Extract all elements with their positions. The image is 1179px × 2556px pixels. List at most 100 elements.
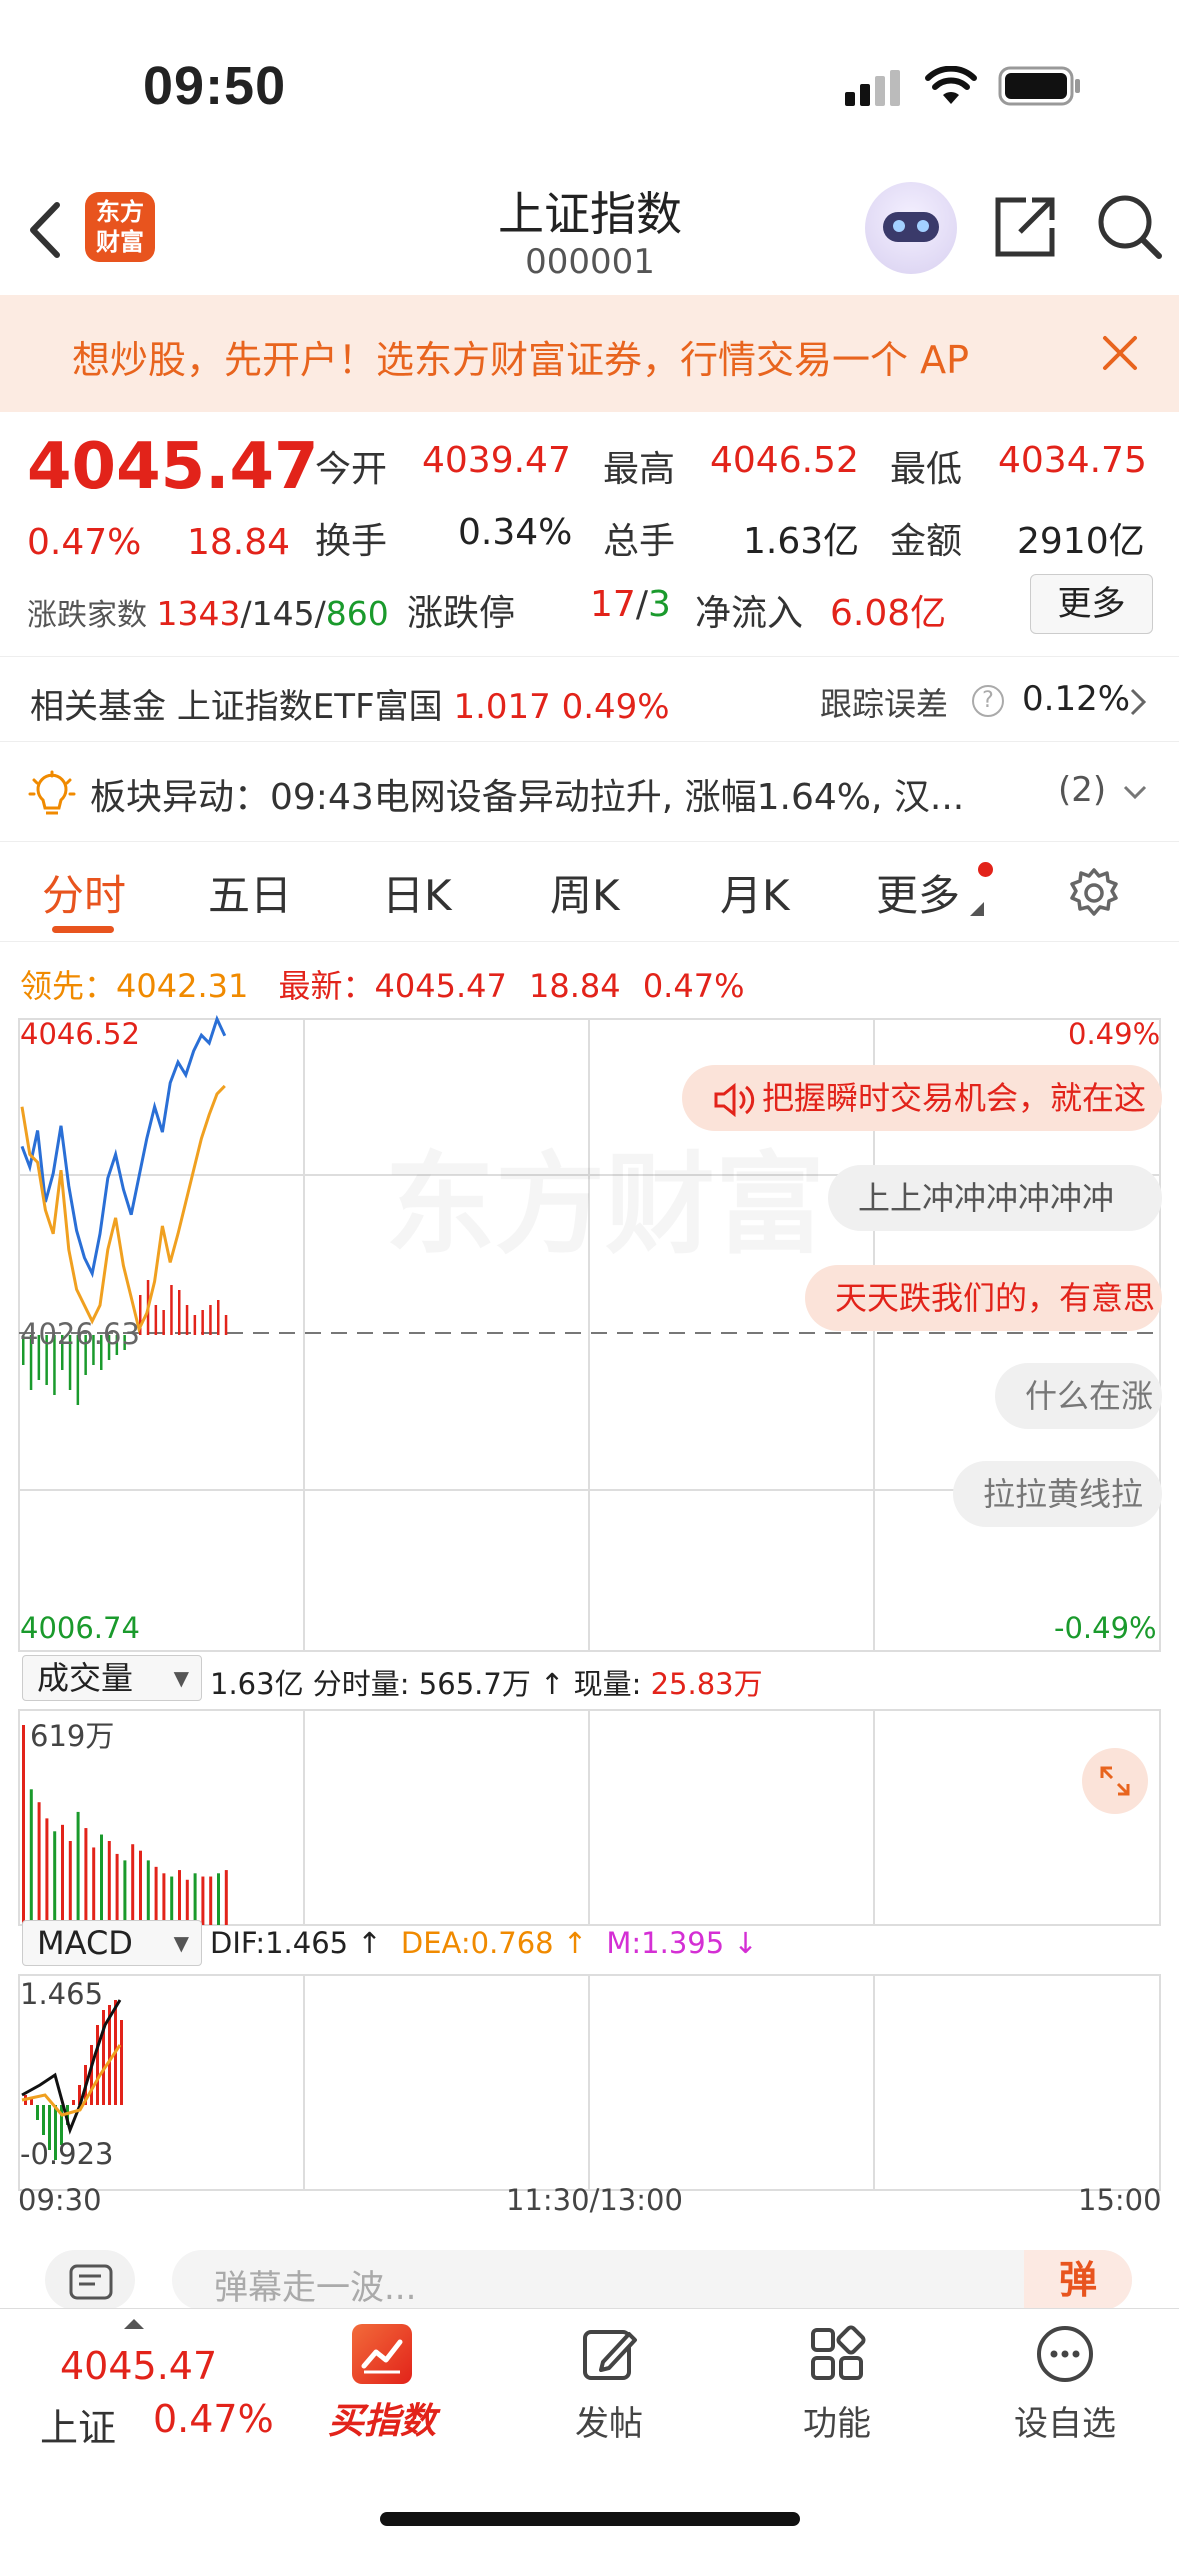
macd-indicator-select[interactable]: MACD ▼ [22, 1920, 202, 1966]
volume-period-label: 分时量: [312, 1667, 410, 1701]
edit-icon [583, 2330, 637, 2380]
macd-bar [36, 2105, 39, 2120]
share-icon[interactable] [990, 192, 1060, 262]
tab-monthly-k[interactable]: 月K [720, 862, 790, 923]
app-logo[interactable]: 东方 财富 [85, 192, 155, 262]
danmaku-input[interactable]: 弹幕走一波... 弹 [172, 2250, 1132, 2310]
index-ticker[interactable]: 4045.47 上证 0.47% [0, 2309, 300, 2469]
quote-panel: 4045.47 0.47% 18.84 今开 4039.47 最高 4046.5… [0, 412, 1179, 657]
breadth-label: 涨跌家数 [27, 598, 147, 633]
chevron-right-icon [1130, 688, 1147, 716]
up-bar [201, 1310, 204, 1335]
intraday-chart[interactable]: 东方财富 4046.52 4026.63 4006.74 0.49% -0.49… [0, 1015, 1179, 2230]
breadth-down: 860 [325, 594, 389, 633]
pct-min-label: -0.49% [1054, 1611, 1157, 1645]
tab-weekly-k[interactable]: 周K [550, 862, 620, 923]
series-line-0 [20, 1015, 227, 1279]
sector-alert-row[interactable]: 板块异动：09:43电网设备异动拉升, 涨幅1.64%, 汉... (2) [0, 742, 1179, 842]
macd-bar [72, 2100, 75, 2105]
bubble-text: 把握瞬时交易机会，就在这 [762, 1079, 1147, 1117]
breadth: 涨跌家数 1343/145/860 [27, 594, 389, 633]
settings-gear-icon[interactable] [1068, 867, 1120, 919]
y-mid-label: 4026.63 [20, 1317, 140, 1351]
volume-bar [201, 1876, 205, 1925]
related-fund-row[interactable]: 相关基金 上证指数ETF富国 1.017 0.49% 跟踪误差 ? 0.12% [0, 657, 1179, 742]
y-max-label: 4046.52 [20, 1017, 140, 1051]
time-start-label: 09:30 [18, 2183, 102, 2217]
send-danmaku-button[interactable]: 弹 [1024, 2250, 1132, 2310]
watermark: 东方财富 [385, 1115, 825, 1275]
expand-icon [1100, 1766, 1130, 1796]
chart-info: 领先：4042.31 最新：4045.47 18.84 0.47% [20, 961, 744, 1007]
danmaku-bubble[interactable]: 什么在涨 [995, 1363, 1162, 1429]
battery-icon [998, 66, 1080, 106]
up-bar [154, 1305, 158, 1335]
volume-bar [131, 1844, 135, 1925]
add-watchlist-label: 设自选 [1014, 2404, 1116, 2444]
turnover-label: 换手 [315, 521, 388, 562]
search-icon[interactable] [1095, 192, 1165, 262]
banner-text: 想炒股，先开户！选东方财富证券，行情交易一个 AP [72, 338, 969, 382]
volume-now-label: 现量: [573, 1667, 642, 1701]
macd-bars [24, 2000, 123, 2160]
promo-banner[interactable]: 想炒股，先开户！选东方财富证券，行情交易一个 AP [0, 295, 1179, 412]
functions-label: 功能 [803, 2404, 871, 2444]
grid-icon [811, 2325, 866, 2380]
post-tab[interactable]: 发帖 [534, 2324, 684, 2445]
volume-bar [92, 1847, 96, 1925]
expand-button[interactable] [1082, 1748, 1148, 1814]
up-bar [170, 1285, 173, 1335]
post-label: 发帖 [575, 2404, 643, 2444]
tab-daily-k[interactable]: 日K [382, 862, 452, 923]
more-button[interactable]: 更多 [1030, 574, 1153, 634]
tab-five-day[interactable]: 五日 [208, 862, 292, 923]
volume-bar [53, 1831, 57, 1925]
limit-values: 17/3 [590, 584, 671, 625]
up-bar [185, 1305, 189, 1335]
volume-bar [100, 1834, 103, 1925]
danmaku-toggle-button[interactable] [45, 2250, 135, 2310]
tab-active-indicator [52, 926, 114, 933]
functions-tab[interactable]: 功能 [762, 2324, 912, 2445]
macd-info: DIF:1.465 ↑ DEA:0.768 ↑ M:1.395 ↓ [210, 1926, 758, 1960]
volume-bar [22, 1725, 25, 1925]
lightbulb-icon [28, 770, 76, 815]
volume-bar [68, 1840, 72, 1925]
logo-text-bottom: 财富 [96, 228, 144, 256]
volume-bar [154, 1866, 158, 1925]
volume-bar [162, 1873, 166, 1925]
help-icon[interactable]: ? [972, 685, 1004, 717]
danmaku-bubble[interactable]: 拉拉黄线拉 [953, 1461, 1162, 1527]
volume-indicator-select[interactable]: 成交量 ▼ [22, 1655, 202, 1701]
volume-bars [22, 1725, 228, 1925]
danmaku-bubble[interactable]: 上上冲冲冲冲冲冲 [828, 1165, 1162, 1231]
chart-info-line: 领先：4042.31 最新：4045.47 18.84 0.47% [0, 945, 1179, 1015]
add-watchlist-tab[interactable]: 设自选 [990, 2324, 1140, 2445]
low-value: 4034.75 [998, 440, 1147, 481]
page-title: 上证指数 [498, 187, 682, 241]
volume-now: 25.83万 [650, 1667, 763, 1701]
back-icon[interactable] [25, 200, 65, 260]
tab-intraday[interactable]: 分时 [42, 862, 126, 923]
danmaku-bubble[interactable]: 把握瞬时交易机会，就在这 [682, 1065, 1162, 1131]
chevron-down-icon[interactable] [1122, 784, 1148, 802]
danmaku-bubble[interactable]: 天天跌我们的，有意思 [805, 1265, 1162, 1331]
robot-assistant-icon[interactable] [865, 182, 957, 274]
up-bar [217, 1300, 220, 1335]
chart-tabs: 分时 五日 日K 周K 月K 更多 [0, 842, 1179, 942]
volume-indicator-label: 成交量 [37, 1659, 134, 1697]
macd-dea-line [21, 2044, 122, 2117]
volume-bar [139, 1850, 142, 1925]
buy-index-tab[interactable]: 买指数 [307, 2324, 457, 2444]
stock-code: 000001 [525, 242, 655, 282]
close-icon[interactable] [1100, 333, 1140, 373]
volume-bar [45, 1818, 49, 1925]
macd-indicator-label: MACD [37, 1924, 133, 1962]
ticker-price: 4045.47 [60, 2344, 218, 2388]
chart-up-icon [352, 2324, 412, 2384]
tracking-error-value: 0.12% [1022, 679, 1131, 719]
macd-dif: DIF:1.465 [210, 1926, 349, 1960]
tracking-error-label: 跟踪误差 [820, 685, 949, 723]
bottom-tab-bar: 4045.47 上证 0.47% 买指数 发帖 功能 设自选 [0, 2308, 1179, 2556]
tab-more[interactable]: 更多 [876, 862, 960, 923]
